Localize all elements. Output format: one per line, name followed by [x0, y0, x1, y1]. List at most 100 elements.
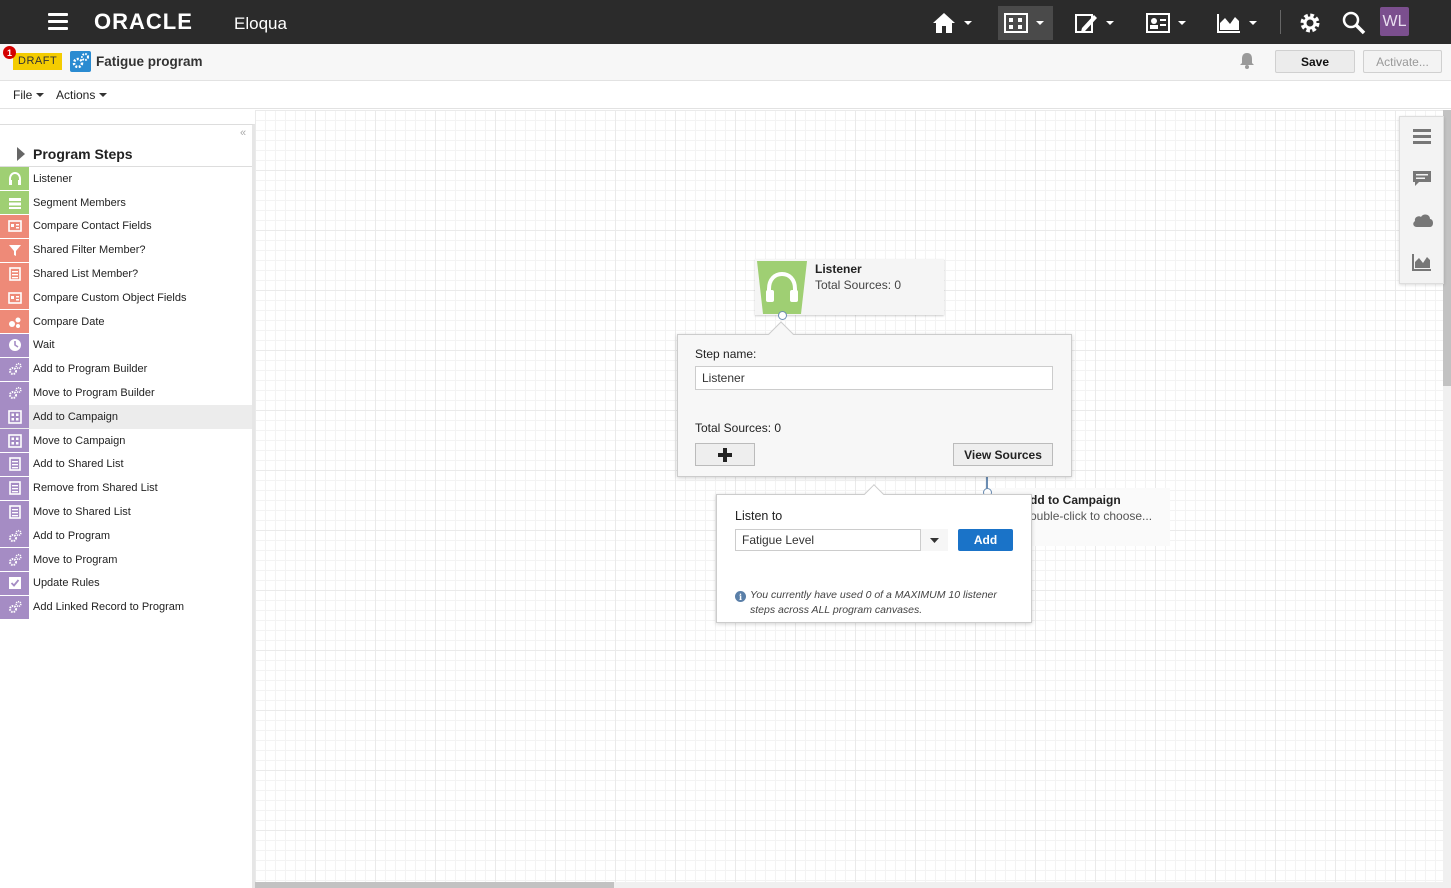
search-button[interactable]	[1336, 6, 1372, 40]
program-step-label: Move to Shared List	[33, 506, 131, 519]
home-menu[interactable]	[926, 6, 978, 40]
chevron-down-icon	[1178, 21, 1186, 25]
page-title: Fatigue program	[96, 54, 203, 69]
program-step-label: Compare Date	[33, 315, 105, 328]
gear-icon	[1300, 13, 1320, 33]
dropdown-toggle[interactable]	[920, 529, 948, 551]
program-step-item[interactable]: Add to Program	[0, 524, 252, 548]
user-avatar[interactable]: WL	[1380, 7, 1409, 36]
program-step-label: Shared List Member?	[33, 268, 139, 281]
program-step-item[interactable]: Add to Program Builder	[0, 357, 252, 381]
orchestration-icon	[1004, 13, 1028, 33]
add-source-button[interactable]	[695, 443, 755, 466]
program-step-label: Move to Program Builder	[33, 387, 155, 400]
pencil-icon	[1075, 14, 1097, 33]
chevron-down-icon	[964, 21, 972, 25]
file-menu[interactable]: File	[13, 88, 45, 102]
listen-to-select[interactable]: Fatigue Level	[735, 529, 948, 551]
list-view-icon[interactable]	[1412, 128, 1432, 149]
listener-node-title: Listener	[815, 262, 862, 276]
insight-menu[interactable]	[1211, 6, 1263, 40]
step-name-input[interactable]	[695, 366, 1053, 390]
contact-card-icon	[1146, 13, 1170, 33]
headphones-icon	[0, 167, 29, 191]
step-name-label: Step name:	[695, 347, 757, 361]
program-step-label: Shared Filter Member?	[33, 244, 146, 257]
program-step-item[interactable]: Move to Campaign	[0, 429, 252, 453]
program-step-label: Move to Campaign	[33, 434, 126, 447]
chevron-down-icon	[36, 93, 45, 97]
program-step-item[interactable]: Compare Date	[0, 310, 252, 334]
list-icon	[0, 500, 29, 524]
vertical-scrollbar-thumb[interactable]	[1443, 110, 1451, 386]
actions-menu[interactable]: Actions	[56, 88, 108, 102]
compare-fields-icon	[0, 214, 29, 238]
program-step-item[interactable]: Shared List Member?	[0, 262, 252, 286]
menu-bar	[0, 81, 1451, 109]
program-steps-title: Program Steps	[33, 146, 133, 162]
program-step-item[interactable]: Update Rules	[0, 571, 252, 596]
cloud-icon[interactable]	[1412, 212, 1434, 231]
chart-icon[interactable]	[1412, 253, 1432, 274]
listen-to-selected-value: Fatigue Level	[742, 533, 815, 547]
program-gear-icon	[70, 51, 91, 72]
home-icon	[933, 13, 955, 33]
add-button[interactable]: Add	[958, 529, 1013, 551]
expand-arrow-icon[interactable]	[17, 147, 25, 161]
clock-icon	[0, 333, 29, 357]
program-icon	[0, 595, 29, 619]
comment-icon[interactable]	[1412, 170, 1432, 191]
program-step-item[interactable]: Add Linked Record to Program	[0, 595, 252, 619]
connector-point[interactable]	[778, 311, 787, 320]
chart-icon	[1217, 14, 1240, 33]
settings-button[interactable]	[1292, 6, 1328, 40]
program-step-item[interactable]: Segment Members	[0, 191, 252, 215]
campaign-node-hint: ouble-click to choose...	[1030, 509, 1153, 523]
program-step-item[interactable]: Move to Program Builder	[0, 381, 252, 405]
hamburger-menu-icon[interactable]	[48, 13, 68, 31]
save-button[interactable]: Save	[1275, 50, 1355, 73]
program-step-label: Remove from Shared List	[33, 482, 158, 495]
program-step-item[interactable]: Move to Shared List	[0, 500, 252, 524]
program-step-label: Wait	[33, 339, 55, 352]
program-step-item[interactable]: Listener	[0, 167, 252, 191]
orchestration-menu[interactable]	[998, 6, 1053, 40]
notification-count-badge: 1	[3, 46, 16, 59]
activate-button[interactable]: Activate...	[1363, 50, 1442, 73]
program-step-label: Compare Contact Fields	[33, 220, 152, 233]
program-step-item[interactable]: Move to Program	[0, 548, 252, 572]
program-step-label: Update Rules	[33, 577, 100, 590]
status-badge: DRAFT	[13, 53, 63, 70]
horizontal-scrollbar-thumb[interactable]	[255, 882, 614, 888]
campaign-icon	[0, 429, 29, 453]
program-icon	[0, 381, 29, 405]
chevron-down-icon	[930, 537, 939, 543]
program-step-item[interactable]: Compare Contact Fields	[0, 214, 252, 239]
program-step-item[interactable]: Add to Shared List	[0, 452, 252, 477]
chevron-down-icon	[1106, 21, 1114, 25]
contacts-menu[interactable]	[1140, 6, 1192, 40]
file-menu-label: File	[13, 88, 33, 102]
compare-fields-icon	[0, 286, 29, 310]
headphones-icon	[755, 261, 809, 314]
program-step-item[interactable]: Add to Campaign	[0, 405, 252, 429]
plus-icon	[718, 447, 732, 462]
program-step-label: Move to Program	[33, 553, 118, 566]
listen-to-label: Listen to	[735, 509, 783, 523]
oracle-logo: ORACLE	[94, 9, 193, 34]
program-icon	[0, 357, 29, 381]
program-step-label: Add to Shared List	[33, 458, 124, 471]
view-sources-button[interactable]: View Sources	[953, 443, 1053, 466]
program-step-label: Compare Custom Object Fields	[33, 291, 187, 304]
bell-icon[interactable]	[1239, 52, 1255, 72]
program-step-item[interactable]: Wait	[0, 333, 252, 358]
checklist-icon	[0, 571, 29, 595]
assets-menu[interactable]	[1068, 6, 1120, 40]
program-step-item[interactable]: Remove from Shared List	[0, 476, 252, 500]
asset-header	[0, 44, 1451, 81]
total-sources-label: Total Sources: 0	[695, 421, 782, 435]
program-step-item[interactable]: Shared Filter Member?	[0, 238, 252, 262]
collapse-panel-icon[interactable]: «	[240, 127, 246, 139]
program-step-item[interactable]: Compare Custom Object Fields	[0, 286, 252, 310]
program-icon	[0, 548, 29, 572]
